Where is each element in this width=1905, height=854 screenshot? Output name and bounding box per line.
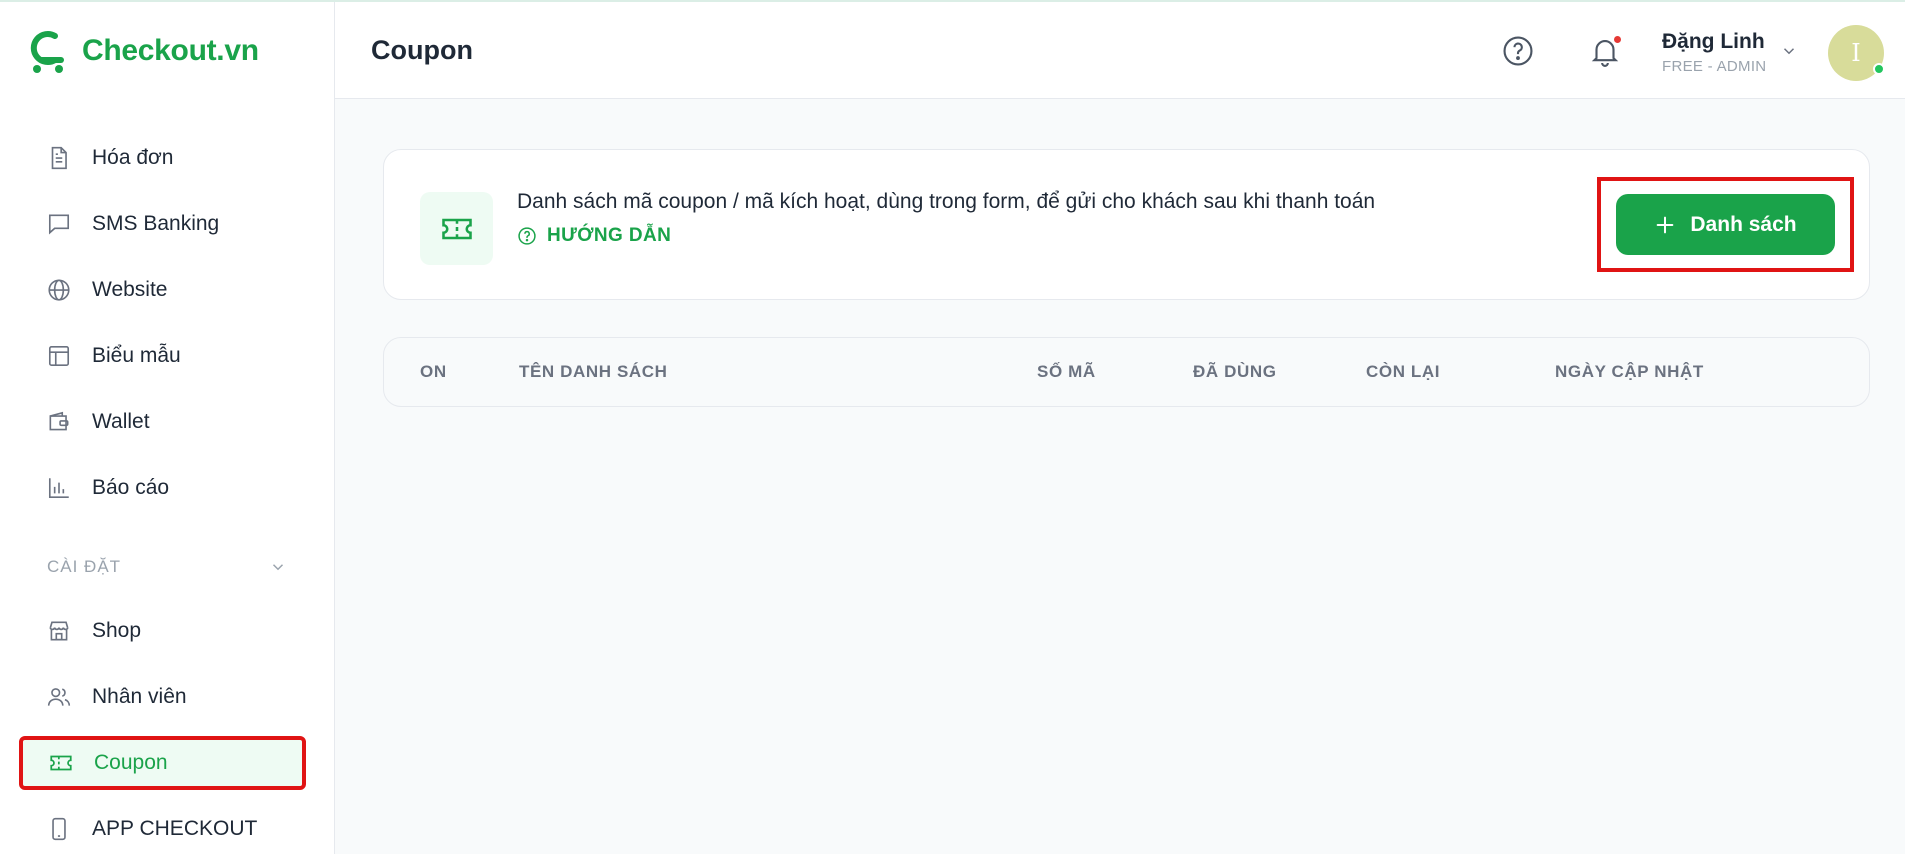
user-name: Đặng Linh (1662, 30, 1765, 53)
sidebar-item-staff[interactable]: Nhân viên (21, 672, 304, 722)
sidebar-item-label: Báo cáo (92, 476, 170, 499)
add-list-button[interactable]: Danh sách (1616, 194, 1835, 255)
page-title: Coupon (371, 34, 473, 65)
app-root: Checkout.vn Hóa đơn SMS Banking Website (0, 0, 1905, 854)
message-icon (46, 211, 72, 237)
sidebar-item-label: Biểu mẫu (92, 344, 181, 367)
column-header-name[interactable]: TÊN DANH SÁCH (519, 362, 668, 382)
avatar[interactable]: I (1828, 25, 1885, 81)
sidebar-item-coupon[interactable]: Coupon (19, 736, 306, 790)
user-menu[interactable]: Đặng Linh FREE - ADMIN (1662, 30, 1766, 75)
sidebar-item-label: Wallet (92, 410, 150, 433)
wallet-icon (46, 409, 72, 435)
notification-dot (1614, 36, 1621, 43)
sidebar-item-label: Shop (92, 619, 142, 642)
brand-name: Checkout.vn (82, 33, 259, 67)
coupon-icon (441, 218, 472, 239)
help-button[interactable] (1500, 33, 1536, 69)
user-role: FREE - ADMIN (1662, 58, 1767, 75)
sidebar-item-label: Website (92, 278, 168, 301)
sidebar-item-invoices[interactable]: Hóa đơn (21, 133, 304, 183)
column-header-code-count[interactable]: SỐ MÃ (1037, 362, 1096, 382)
coupon-icon-box (420, 192, 493, 265)
phone-icon (46, 816, 72, 842)
layout-icon (46, 343, 72, 369)
help-circle-icon (1503, 36, 1533, 66)
settings-section-title: CÀI ĐẶT (47, 557, 122, 576)
sidebar-item-website[interactable]: Website (21, 265, 304, 315)
users-icon (46, 684, 72, 710)
sidebar-item-reports[interactable]: Báo cáo (21, 463, 304, 513)
column-header-updated-date[interactable]: NGÀY CẬP NHẬT (1555, 362, 1704, 382)
column-header-remaining[interactable]: CÒN LẠI (1366, 362, 1440, 382)
notifications-button[interactable] (1587, 33, 1623, 69)
sidebar: Checkout.vn Hóa đơn SMS Banking Website (0, 2, 335, 854)
settings-section-toggle[interactable]: CÀI ĐẶT (47, 557, 287, 577)
sidebar-item-label: Coupon (94, 751, 168, 774)
plus-icon (1657, 216, 1674, 233)
bar-chart-icon (46, 475, 72, 501)
cart-logo-icon (30, 30, 64, 73)
sidebar-item-app-checkout[interactable]: APP CHECKOUT (21, 804, 304, 854)
sidebar-item-label: SMS Banking (92, 212, 220, 235)
coupon-icon (48, 750, 74, 776)
chevron-down-icon (272, 564, 284, 571)
help-circle-icon (518, 227, 536, 245)
sidebar-item-label: Hóa đơn (92, 146, 174, 169)
coupon-info-card: Danh sách mã coupon / mã kích hoạt, dùng… (383, 149, 1870, 300)
guide-link-label: HƯỚNG DẪN (547, 225, 672, 246)
globe-icon (46, 277, 72, 303)
coupon-table-header: ON TÊN DANH SÁCH SỐ MÃ ĐÃ DÙNG CÒN LẠI N… (383, 337, 1870, 407)
add-list-button-label: Danh sách (1690, 212, 1797, 236)
column-header-on[interactable]: ON (420, 362, 447, 382)
brand[interactable]: Checkout.vn (0, 2, 334, 99)
coupon-description: Danh sách mã coupon / mã kích hoạt, dùng… (517, 190, 1376, 213)
highlight-box: Danh sách (1597, 177, 1854, 272)
top-header: Coupon Đặng Linh FREE - ADMIN I (335, 2, 1905, 99)
sidebar-item-sms-banking[interactable]: SMS Banking (21, 199, 304, 249)
sidebar-item-wallet[interactable]: Wallet (21, 397, 304, 447)
column-header-used[interactable]: ĐÃ DÙNG (1193, 362, 1277, 382)
sidebar-item-label: APP CHECKOUT (92, 817, 258, 840)
sidebar-item-label: Nhân viên (92, 685, 187, 708)
chevron-down-icon[interactable] (1780, 42, 1798, 60)
guide-link[interactable]: HƯỚNG DẪN (517, 225, 671, 247)
sidebar-item-forms[interactable]: Biểu mẫu (21, 331, 304, 381)
avatar-letter: I (1851, 39, 1861, 67)
sidebar-item-shop[interactable]: Shop (21, 606, 304, 656)
invoice-icon (46, 145, 72, 171)
online-status-dot (1873, 63, 1885, 75)
store-icon (46, 618, 72, 644)
